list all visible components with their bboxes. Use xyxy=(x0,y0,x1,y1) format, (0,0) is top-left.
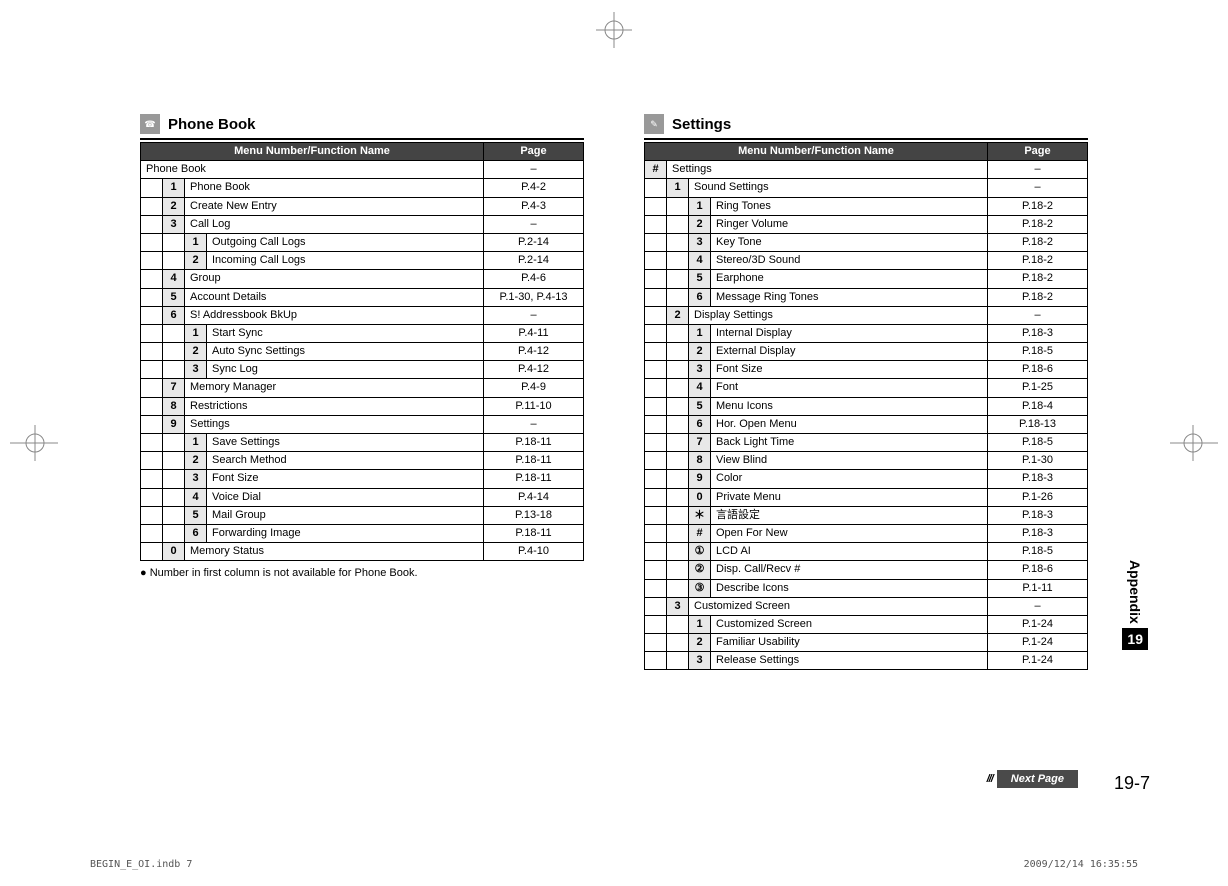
table-row: 7Back Light TimeP.18-5 xyxy=(645,434,1088,452)
table-row: 2Create New EntryP.4-3 xyxy=(141,197,584,215)
registration-mark-top xyxy=(594,0,634,50)
table-row: 4Voice DialP.4-14 xyxy=(141,488,584,506)
table-row: 1Start SyncP.4-11 xyxy=(141,324,584,342)
settings-header: ✎ Settings xyxy=(644,110,1088,140)
side-tab: Appendix 19 xyxy=(1122,560,1148,650)
right-column: ✎ Settings Menu Number/Function Name Pag… xyxy=(644,110,1088,670)
registration-mark-right xyxy=(1168,423,1228,463)
phone-book-table: Menu Number/Function Name Page Phone Boo… xyxy=(140,142,584,561)
col-page: Page xyxy=(484,143,584,161)
table-row: 0Memory StatusP.4-10 xyxy=(141,543,584,561)
table-row: 6Forwarding ImageP.18-11 xyxy=(141,524,584,542)
table-row: 9ColorP.18-3 xyxy=(645,470,1088,488)
table-row: 5Mail GroupP.13-18 xyxy=(141,506,584,524)
stripes-icon: /// xyxy=(987,773,993,785)
col-menu: Menu Number/Function Name xyxy=(141,143,484,161)
table-row: 0Private MenuP.1-26 xyxy=(645,488,1088,506)
table-row: 1Internal DisplayP.18-3 xyxy=(645,324,1088,342)
table-row: 4FontP.1-25 xyxy=(645,379,1088,397)
next-page-indicator: /// Next Page xyxy=(987,770,1078,788)
table-row: 2Incoming Call LogsP.2-14 xyxy=(141,252,584,270)
table-row: ②Disp. Call/Recv #P.18-6 xyxy=(645,561,1088,579)
table-row: 3Customized Screen– xyxy=(645,597,1088,615)
table-row: 2Familiar UsabilityP.1-24 xyxy=(645,634,1088,652)
table-row: 4Stereo/3D SoundP.18-2 xyxy=(645,252,1088,270)
table-row: 1Sound Settings– xyxy=(645,179,1088,197)
side-tab-label: Appendix xyxy=(1127,560,1143,624)
table-row: #Open For NewP.18-3 xyxy=(645,524,1088,542)
table-row: 5Menu IconsP.18-4 xyxy=(645,397,1088,415)
table-row: 2External DisplayP.18-5 xyxy=(645,343,1088,361)
phone-book-header: ☎ Phone Book xyxy=(140,110,584,140)
table-row: 8RestrictionsP.11-10 xyxy=(141,397,584,415)
table-row: 2Auto Sync SettingsP.4-12 xyxy=(141,343,584,361)
table-header-row: Menu Number/Function Name Page xyxy=(141,143,584,161)
table-row: 3Font SizeP.18-6 xyxy=(645,361,1088,379)
table-row: 4GroupP.4-6 xyxy=(141,270,584,288)
table-row: 2Display Settings– xyxy=(645,306,1088,324)
table-row: 1Customized ScreenP.1-24 xyxy=(645,615,1088,633)
table-row: 5EarphoneP.18-2 xyxy=(645,270,1088,288)
footer-file: BEGIN_E_OI.indb 7 xyxy=(90,859,192,870)
table-row: 6S! Addressbook BkUp– xyxy=(141,306,584,324)
settings-icon: ✎ xyxy=(644,114,664,134)
side-tab-number: 19 xyxy=(1122,628,1148,650)
table-row: 1Ring TonesP.18-2 xyxy=(645,197,1088,215)
table-row: 3Sync LogP.4-12 xyxy=(141,361,584,379)
print-footer: BEGIN_E_OI.indb 7 2009/12/14 16:35:55 xyxy=(90,859,1138,870)
table-row: 3Release SettingsP.1-24 xyxy=(645,652,1088,670)
registration-mark-left xyxy=(0,423,60,463)
table-row: 2Ringer VolumeP.18-2 xyxy=(645,215,1088,233)
table-row: 3Key ToneP.18-2 xyxy=(645,233,1088,251)
phone-book-title: Phone Book xyxy=(168,116,256,133)
table-row: 8View BlindP.1-30 xyxy=(645,452,1088,470)
footer-timestamp: 2009/12/14 16:35:55 xyxy=(1024,859,1138,870)
table-row: 5Account DetailsP.1-30, P.4-13 xyxy=(141,288,584,306)
table-row: 3Font SizeP.18-11 xyxy=(141,470,584,488)
page-number: 19-7 xyxy=(1114,773,1150,794)
left-column: ☎ Phone Book Menu Number/Function Name P… xyxy=(140,110,584,670)
table-row: 6Message Ring TonesP.18-2 xyxy=(645,288,1088,306)
table-row: 1Outgoing Call LogsP.2-14 xyxy=(141,233,584,251)
footnote: ● Number in first column is not availabl… xyxy=(140,567,584,579)
table-row: 9Settings– xyxy=(141,415,584,433)
table-row: 2Search MethodP.18-11 xyxy=(141,452,584,470)
table-row: 3Call Log– xyxy=(141,215,584,233)
table-header-row: Menu Number/Function Name Page xyxy=(645,143,1088,161)
table-row: Phone Book – xyxy=(141,161,584,179)
table-row: ③Describe IconsP.1-11 xyxy=(645,579,1088,597)
table-row: ＊言語設定P.18-3 xyxy=(645,506,1088,524)
phone-book-icon: ☎ xyxy=(140,114,160,134)
col-page: Page xyxy=(988,143,1088,161)
col-menu: Menu Number/Function Name xyxy=(645,143,988,161)
table-row: ①LCD AIP.18-5 xyxy=(645,543,1088,561)
table-row: 7Memory ManagerP.4-9 xyxy=(141,379,584,397)
table-row: 1Phone BookP.4-2 xyxy=(141,179,584,197)
settings-table: Menu Number/Function Name Page # Setting… xyxy=(644,142,1088,670)
settings-title: Settings xyxy=(672,116,731,133)
table-row: # Settings – xyxy=(645,161,1088,179)
next-page-label: Next Page xyxy=(997,770,1078,788)
table-row: 1Save SettingsP.18-11 xyxy=(141,434,584,452)
table-row: 6Hor. Open MenuP.18-13 xyxy=(645,415,1088,433)
